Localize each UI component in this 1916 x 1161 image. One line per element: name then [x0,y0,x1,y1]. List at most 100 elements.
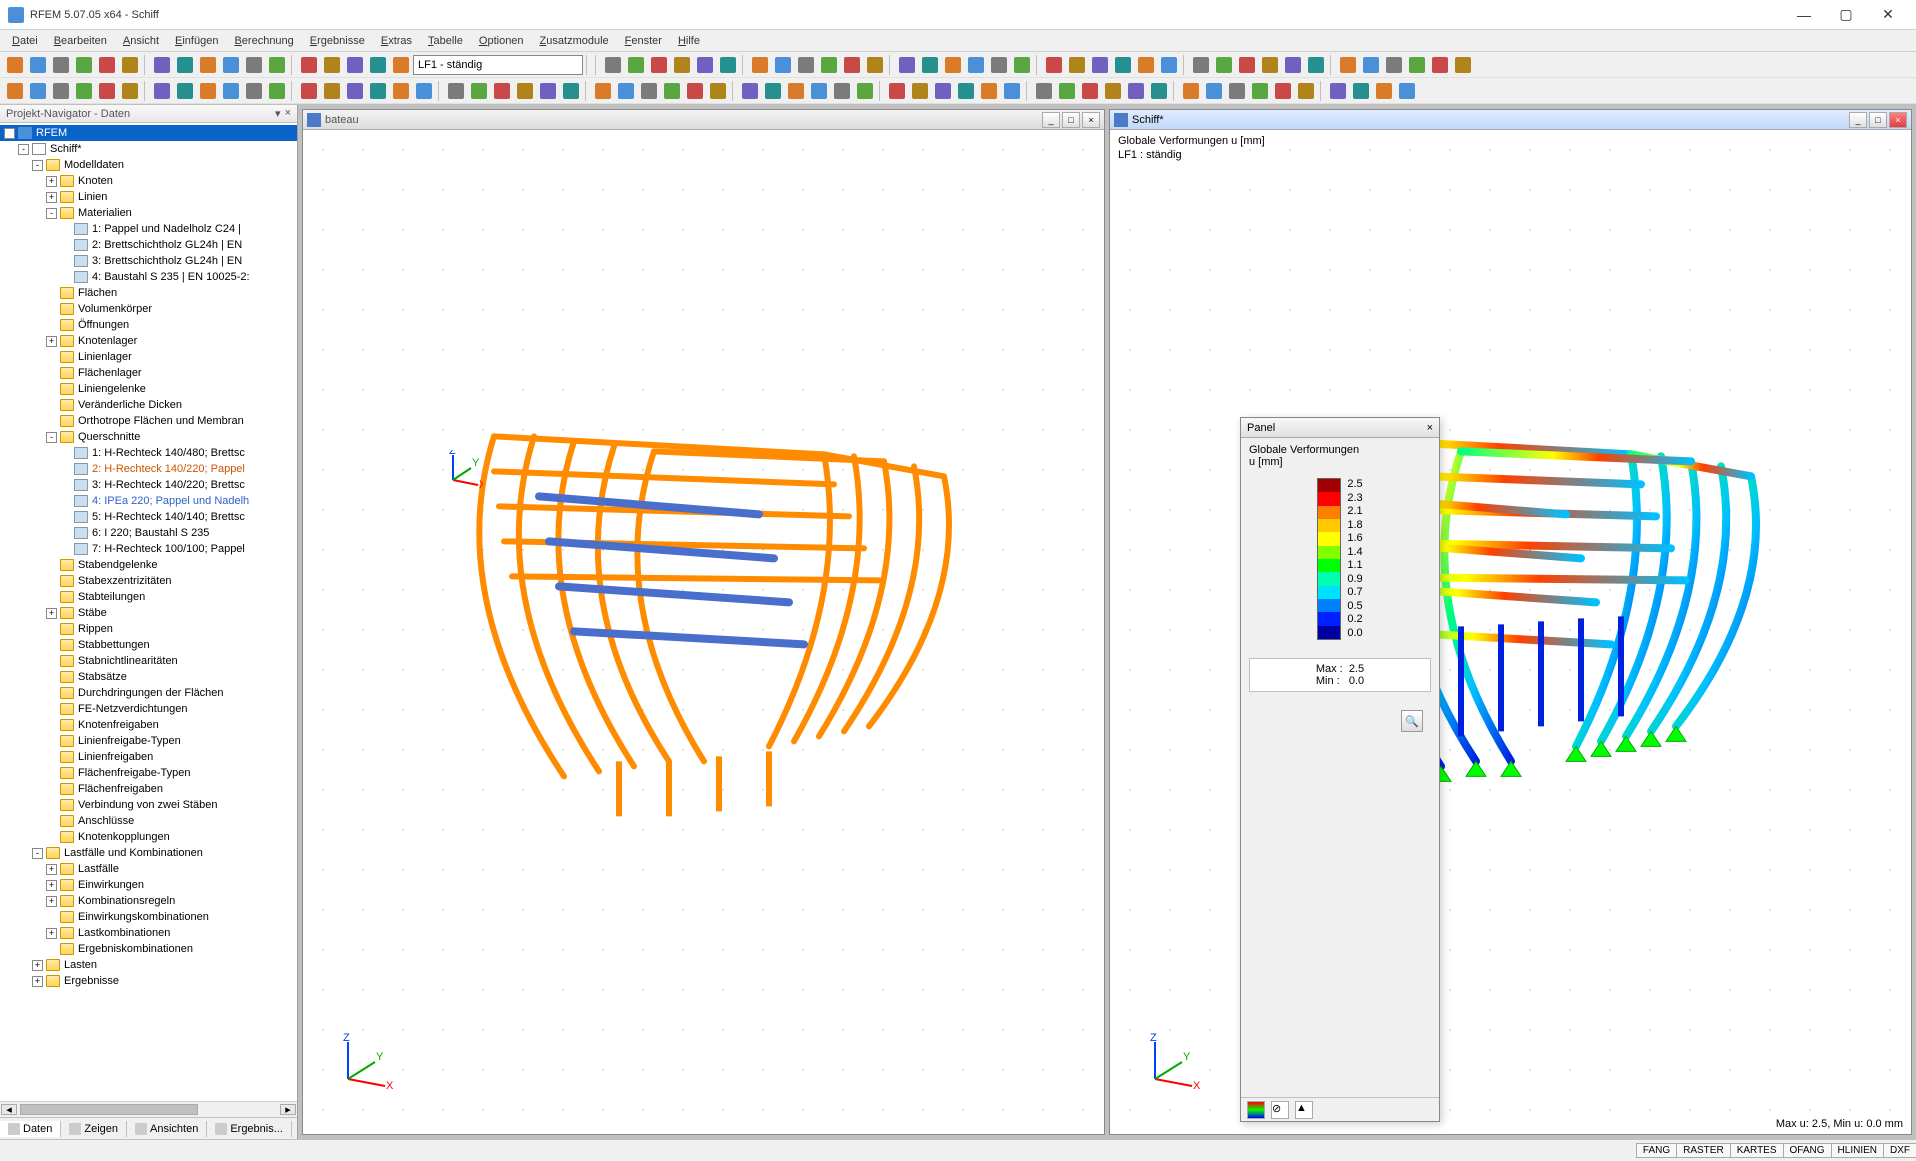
tree-item[interactable]: Flächenlager [0,365,297,381]
tree-item[interactable]: Durchdringungen der Flächen [0,685,297,701]
panel-tab-filter[interactable]: ▲ [1295,1101,1313,1119]
toolbar-button[interactable] [886,80,908,102]
toolbar-button[interactable] [1066,54,1088,76]
tree-item[interactable]: Linienfreigabe-Typen [0,733,297,749]
vp-close-button[interactable]: × [1082,112,1100,128]
toolbar-button[interactable] [1337,54,1359,76]
toolbar-button[interactable] [684,80,706,102]
panel-zoom-button[interactable]: 🔍 [1401,710,1423,732]
toolbar-button[interactable] [1001,80,1023,102]
toolbar-button[interactable] [739,80,761,102]
toolbar-button[interactable] [266,80,288,102]
tree-item[interactable]: Ergebniskombinationen [0,941,297,957]
toolbar-button[interactable] [854,80,876,102]
tree-item[interactable]: +Lasten [0,957,297,973]
tree-item[interactable]: +Knoten [0,173,297,189]
vp-right-canvas[interactable]: Globale Verformungen u [mm] LF1 : ständi… [1110,130,1911,1134]
toolbar-button[interactable] [119,54,141,76]
toolbar-button[interactable] [1272,80,1294,102]
toolbar-button[interactable] [1360,54,1382,76]
navigator-tree[interactable]: -RFEM-Schiff*-Modelldaten+Knoten+Linien-… [0,123,297,1101]
toolbar-button[interactable] [537,80,559,102]
toolbar-button[interactable] [1429,54,1451,76]
toolbar-button[interactable] [174,80,196,102]
toolbar-button[interactable] [648,54,670,76]
toolbar-button[interactable] [27,80,49,102]
tree-item[interactable]: 4: IPEa 220; Pappel und Nadelh [0,493,297,509]
tree-toggle-icon[interactable]: + [46,192,57,203]
toolbar-button[interactable] [919,54,941,76]
menu-extras[interactable]: Extras [373,33,420,49]
tree-toggle-icon[interactable]: + [46,928,57,939]
panel-tab-colors[interactable] [1247,1101,1265,1119]
menu-tabelle[interactable]: Tabelle [420,33,471,49]
toolbar-button[interactable] [942,54,964,76]
toolbar-button[interactable] [266,54,288,76]
toolbar-button[interactable] [344,80,366,102]
tree-toggle-icon[interactable]: - [18,144,29,155]
toolbar-button[interactable] [818,54,840,76]
scroll-right-icon[interactable]: ▸ [280,1104,296,1115]
tree-item[interactable]: Stabsätze [0,669,297,685]
toolbar-button[interactable] [1295,80,1317,102]
toolbar-button[interactable] [1190,54,1212,76]
viewport-right[interactable]: Schiff* _ □ × Globale Verformungen u [mm… [1109,109,1912,1135]
toolbar-button[interactable] [1089,54,1111,76]
tree-item[interactable]: Flächen [0,285,297,301]
toolbar-button[interactable] [1125,80,1147,102]
menu-zusatzmodule[interactable]: Zusatzmodule [532,33,617,49]
scroll-thumb[interactable] [20,1104,198,1115]
toolbar-button[interactable] [1249,80,1271,102]
toolbar-button[interactable] [1383,54,1405,76]
tree-item[interactable]: Linienlager [0,349,297,365]
toolbar-button[interactable] [785,80,807,102]
toolbar-button[interactable] [864,54,886,76]
tree-toggle-icon[interactable]: + [46,880,57,891]
tree-toggle-icon[interactable]: + [46,896,57,907]
menu-optionen[interactable]: Optionen [471,33,532,49]
toolbar-button[interactable] [955,80,977,102]
toolbar-button[interactable] [27,54,49,76]
tree-item[interactable]: Rippen [0,621,297,637]
toolbar-button[interactable] [978,80,1000,102]
tree-item[interactable]: Einwirkungskombinationen [0,909,297,925]
toolbar-button[interactable] [1148,80,1170,102]
tree-item[interactable]: -Materialien [0,205,297,221]
toolbar-button[interactable] [1213,54,1235,76]
toolbar-button[interactable] [96,80,118,102]
tree-toggle-icon[interactable]: + [46,608,57,619]
menu-berechnung[interactable]: Berechnung [226,33,301,49]
toolbar-button[interactable] [1033,80,1055,102]
toolbar-button[interactable] [197,80,219,102]
toolbar-button[interactable] [1043,54,1065,76]
toolbar-button[interactable] [220,80,242,102]
tree-item[interactable]: -RFEM [0,125,297,141]
toolbar-button[interactable] [298,54,320,76]
menu-hilfe[interactable]: Hilfe [670,33,708,49]
nav-tab-daten[interactable]: Daten [0,1121,61,1137]
toolbar-button[interactable] [671,54,693,76]
toolbar-button[interactable] [73,80,95,102]
toolbar-button[interactable] [841,54,863,76]
results-panel[interactable]: Panel × Globale Verformungen u [mm] 2.52… [1240,417,1440,1122]
status-cell-kartes[interactable]: KARTES [1730,1143,1784,1158]
navigator-close-icon[interactable]: × [285,107,291,120]
toolbar-button[interactable] [4,80,26,102]
toolbar-button[interactable] [1203,80,1225,102]
tree-toggle-icon[interactable]: + [46,176,57,187]
toolbar-button[interactable] [50,54,72,76]
toolbar-button[interactable] [965,54,987,76]
status-cell-dxf[interactable]: DXF [1883,1143,1916,1158]
tree-item[interactable]: Stabnichtlinearitäten [0,653,297,669]
tree-toggle-icon[interactable]: + [32,976,43,987]
toolbar-button[interactable] [243,80,265,102]
toolbar-button[interactable] [197,54,219,76]
toolbar-button[interactable] [749,54,771,76]
tree-item[interactable]: 2: H-Rechteck 140/220; Pappel [0,461,297,477]
tree-item[interactable]: Anschlüsse [0,813,297,829]
toolbar-button[interactable] [661,80,683,102]
panel-close-icon[interactable]: × [1427,422,1433,434]
tree-item[interactable]: 5: H-Rechteck 140/140; Brettsc [0,509,297,525]
toolbar-button[interactable] [73,54,95,76]
tree-toggle-icon[interactable]: - [46,432,57,443]
